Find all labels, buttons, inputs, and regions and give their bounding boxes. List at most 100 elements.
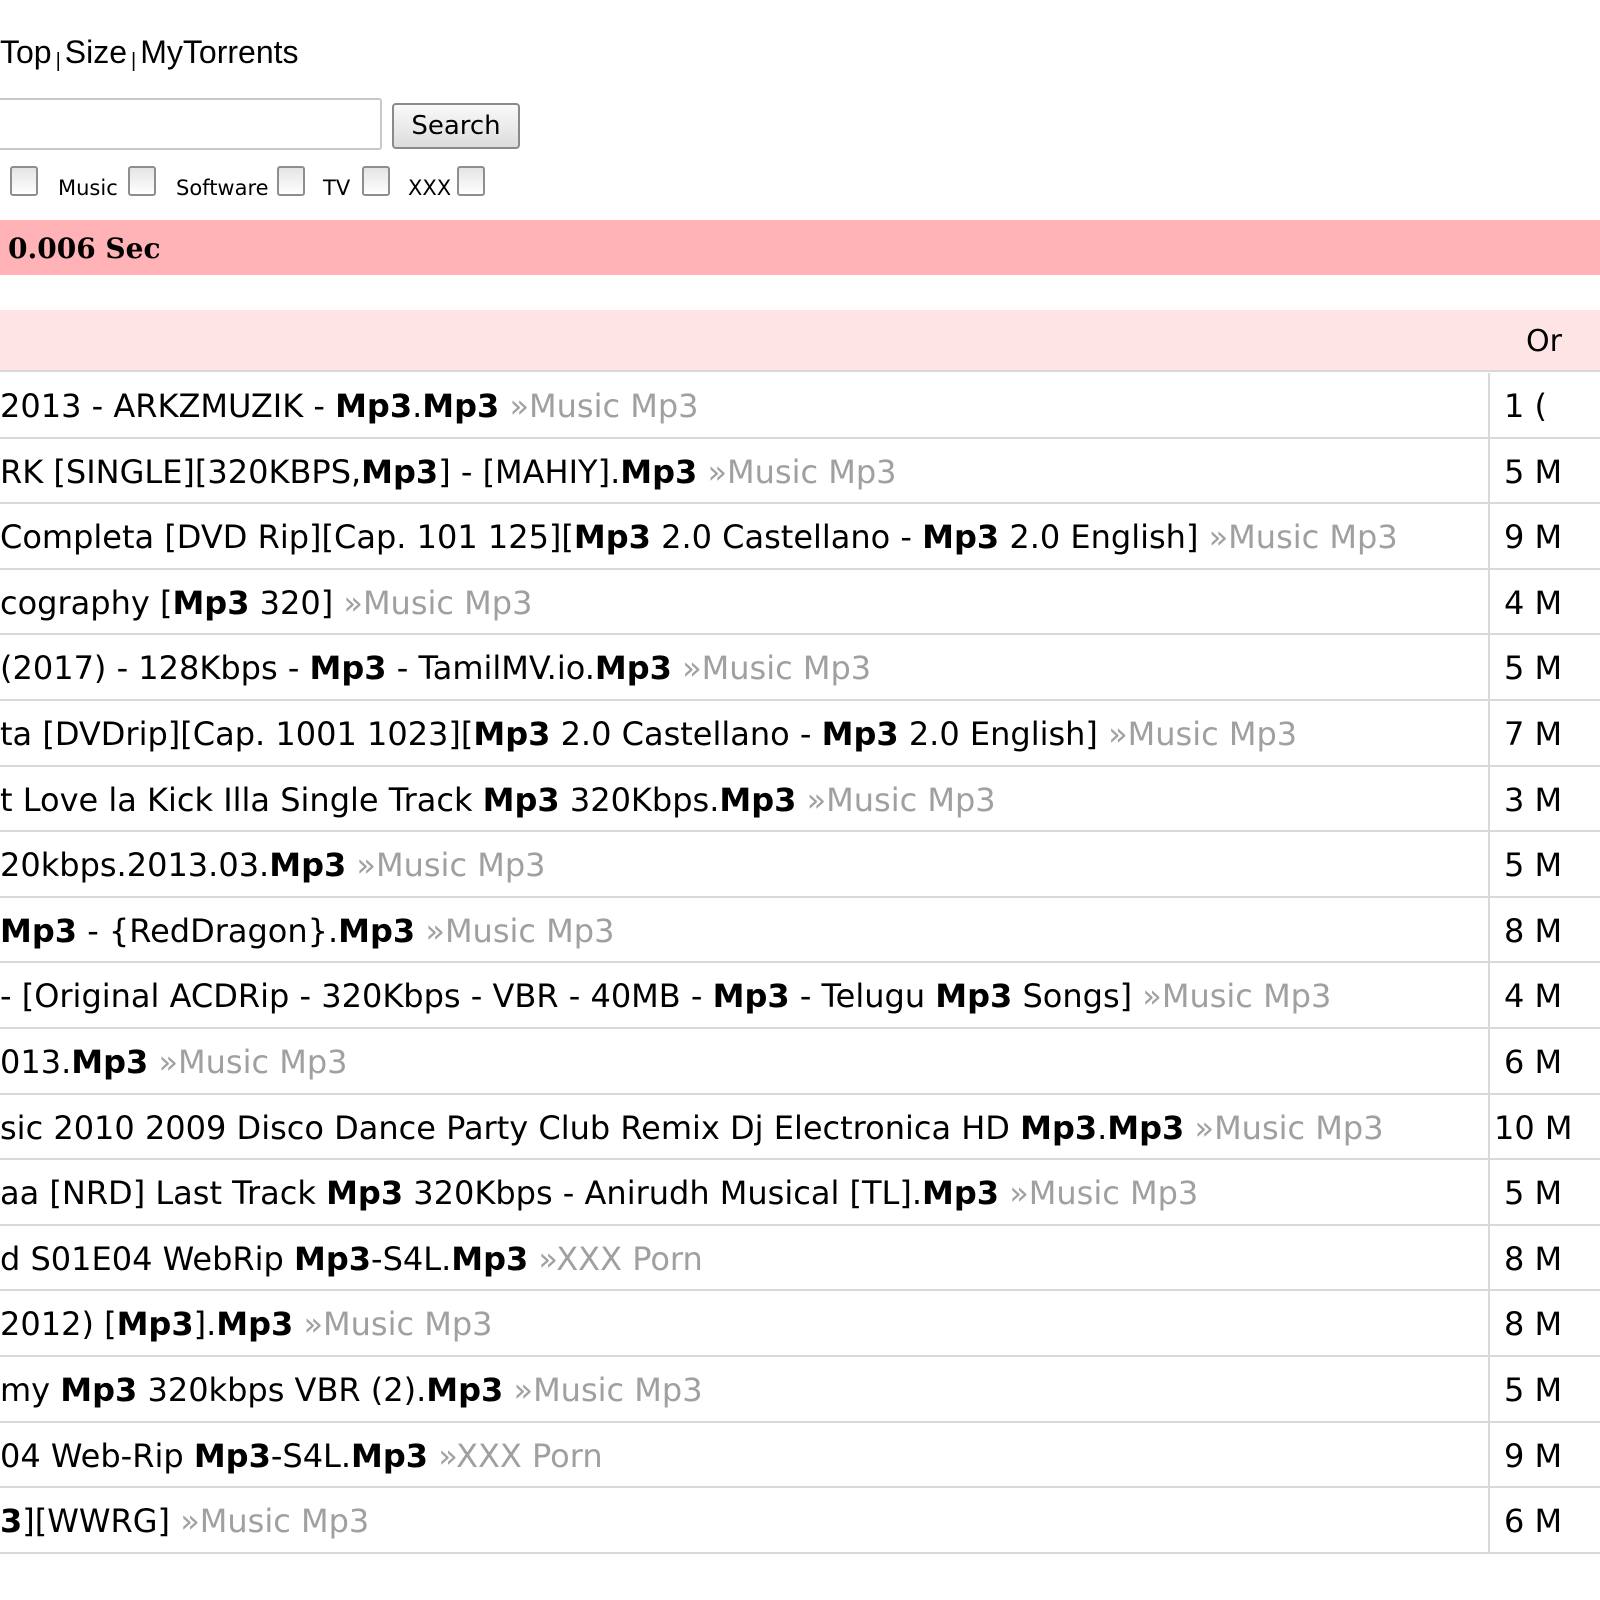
- results-table: 2013 - ARKZMUZIK - Mp3.Mp3 »Music Mp3 1 (…: [0, 373, 1600, 1554]
- category-label-software: Software: [176, 176, 269, 200]
- row-count: 7 M: [1504, 714, 1563, 753]
- search-button[interactable]: Search: [392, 103, 520, 149]
- table-row: 04 Web-Rip Mp3-S4L.Mp3 »XXX Porn 9 M: [0, 1422, 1600, 1489]
- category-link[interactable]: »Music Mp3: [346, 846, 545, 884]
- nav-link-top[interactable]: Top: [0, 34, 52, 70]
- title-text: ta [DVDrip][Cap. 1001 1023][: [0, 714, 474, 753]
- category-label-tv: TV: [323, 176, 351, 200]
- category-link[interactable]: »Music Mp3: [796, 781, 996, 819]
- category-checkbox-software[interactable]: [277, 166, 305, 196]
- nav-link-mytorrents[interactable]: MyTorrents: [140, 34, 298, 70]
- count-cell: 6 M: [1492, 1488, 1600, 1552]
- keyword-highlight: Mp3: [335, 387, 413, 425]
- search-time-text: 0.006 Sec: [8, 232, 161, 265]
- table-row: t Love la Kick Illa Single Track Mp3 320…: [0, 766, 1600, 833]
- category-link[interactable]: »Music Mp3: [148, 1043, 347, 1081]
- results-table-header: Or: [0, 310, 1600, 372]
- count-cell: 4 M: [1492, 963, 1600, 1027]
- column-divider: [1488, 1094, 1490, 1159]
- column-divider: [1488, 635, 1490, 699]
- title-text: 2.0 English]: [999, 518, 1199, 557]
- count-cell: 10 M: [1492, 1095, 1600, 1159]
- category-link[interactable]: »Music Mp3: [1184, 1109, 1383, 1147]
- table-row: sic 2010 2009 Disco Dance Party Club Rem…: [0, 1094, 1600, 1161]
- title-text: - TamilMV.io.: [386, 649, 595, 688]
- category-link[interactable]: »Music Mp3: [1198, 518, 1398, 556]
- column-divider: [1488, 504, 1490, 568]
- category-checkbox[interactable]: [10, 166, 38, 196]
- category-link[interactable]: »Music Mp3: [999, 1174, 1198, 1212]
- column-divider: [1488, 1488, 1490, 1552]
- category-label-xxx: XXX: [408, 176, 452, 200]
- torrent-title-link[interactable]: 04 Web-Rip Mp3-S4L.Mp3 »XXX Porn: [0, 1423, 1480, 1486]
- row-count: 5 M: [1504, 846, 1563, 885]
- category-link[interactable]: »Music Mp3: [499, 387, 698, 425]
- keyword-highlight: Mp3: [922, 518, 1000, 557]
- table-row: d S01E04 WebRip Mp3-S4L.Mp3 »XXX Porn 8 M: [0, 1225, 1600, 1292]
- category-link[interactable]: »Music Mp3: [697, 453, 896, 491]
- title-text: - {RedDragon}.: [77, 911, 339, 950]
- count-cell: 5 M: [1492, 1357, 1600, 1421]
- torrent-title-link[interactable]: t Love la Kick Illa Single Track Mp3 320…: [0, 767, 1480, 830]
- torrent-title-link[interactable]: 2012) [Mp3].Mp3 »Music Mp3: [0, 1291, 1480, 1354]
- keyword-highlight: Mp3: [482, 780, 560, 819]
- category-link[interactable]: »Music Mp3: [415, 912, 614, 950]
- title-text: (2017) - 128Kbps -: [0, 649, 310, 688]
- keyword-highlight: Mp3: [116, 1305, 194, 1344]
- torrent-title-link[interactable]: aa [NRD] Last Track Mp3 320Kbps - Anirud…: [0, 1160, 1480, 1223]
- count-cell: 7 M: [1492, 701, 1600, 765]
- category-link[interactable]: »Music Mp3: [333, 584, 532, 622]
- torrent-title-link[interactable]: - [Original ACDRip - 320Kbps - VBR - 40M…: [0, 963, 1480, 1026]
- title-text: 20kbps.2013.03.: [0, 846, 270, 885]
- torrent-title-link[interactable]: d S01E04 WebRip Mp3-S4L.Mp3 »XXX Porn: [0, 1226, 1480, 1289]
- title-text: -S4L.: [270, 1436, 352, 1475]
- category-link[interactable]: »Music Mp3: [293, 1305, 492, 1343]
- keyword-highlight: Mp3: [60, 1370, 138, 1409]
- keyword-highlight: 3: [0, 1502, 23, 1541]
- torrent-title-link[interactable]: ta [DVDrip][Cap. 1001 1023][Mp3 2.0 Cast…: [0, 701, 1480, 764]
- keyword-highlight: Mp3: [1107, 1108, 1185, 1147]
- torrent-title-link[interactable]: 20kbps.2013.03.Mp3 »Music Mp3: [0, 832, 1480, 895]
- category-link[interactable]: »Music Mp3: [170, 1502, 369, 1540]
- category-link[interactable]: »XXX Porn: [528, 1240, 702, 1278]
- category-checkbox-tv[interactable]: [362, 166, 390, 196]
- column-divider: [1488, 700, 1490, 765]
- torrent-title-link[interactable]: sic 2010 2009 Disco Dance Party Club Rem…: [0, 1095, 1480, 1158]
- column-divider: [1488, 438, 1490, 503]
- torrent-title-link[interactable]: cography [Mp3 320] »Music Mp3: [0, 570, 1480, 633]
- column-divider: [1488, 1028, 1490, 1093]
- title-text: 04 Web-Rip: [0, 1436, 194, 1475]
- title-text: .: [1097, 1108, 1108, 1147]
- category-checkbox-xxx[interactable]: [457, 166, 485, 196]
- torrent-title-link[interactable]: my Mp3 320kbps VBR (2).Mp3 »Music Mp3: [0, 1357, 1480, 1420]
- category-checkbox-music[interactable]: [128, 166, 156, 196]
- torrent-title-link[interactable]: 013.Mp3 »Music Mp3: [0, 1029, 1480, 1092]
- keyword-highlight: Mp3: [309, 649, 387, 688]
- torrent-title-link[interactable]: Mp3 - {RedDragon}.Mp3 »Music Mp3: [0, 898, 1480, 961]
- torrent-title-link[interactable]: (2017) - 128Kbps - Mp3 - TamilMV.io.Mp3 …: [0, 635, 1480, 698]
- torrent-title-link[interactable]: Completa [DVD Rip][Cap. 101 125][Mp3 2.0…: [0, 504, 1480, 567]
- count-cell: 5 M: [1492, 832, 1600, 896]
- torrent-title-link[interactable]: 3][WWRG] »Music Mp3: [0, 1488, 1480, 1551]
- nav-link-size[interactable]: Size: [65, 34, 127, 70]
- category-link[interactable]: »Music Mp3: [1098, 715, 1297, 753]
- category-link[interactable]: »Music Mp3: [672, 649, 871, 687]
- table-row: Completa [DVD Rip][Cap. 101 125][Mp3 2.0…: [0, 504, 1600, 570]
- category-label-music: Music: [58, 176, 118, 200]
- category-link[interactable]: »Music Mp3: [1132, 977, 1331, 1015]
- column-divider: [1488, 766, 1490, 831]
- column-header-order[interactable]: Or: [1526, 324, 1562, 359]
- row-count: 5 M: [1504, 649, 1563, 688]
- title-text: 320]: [249, 583, 334, 622]
- table-row: (2017) - 128Kbps - Mp3 - TamilMV.io.Mp3 …: [0, 635, 1600, 701]
- title-text: 2.0 Castellano -: [650, 518, 923, 557]
- search-input[interactable]: [0, 98, 382, 150]
- category-link[interactable]: »Music Mp3: [503, 1371, 702, 1409]
- torrent-title-link[interactable]: RK [SINGLE][320KBPS,Mp3] - [MAHIY].Mp3 »…: [0, 439, 1480, 502]
- row-count: 8 M: [1504, 1239, 1563, 1278]
- column-divider: [1488, 963, 1490, 1027]
- row-count: 6 M: [1504, 1502, 1563, 1541]
- torrent-title-link[interactable]: 2013 - ARKZMUZIK - Mp3.Mp3 »Music Mp3: [0, 373, 1480, 436]
- title-text: 2.0 English]: [898, 714, 1098, 753]
- category-link[interactable]: »XXX Porn: [428, 1437, 602, 1475]
